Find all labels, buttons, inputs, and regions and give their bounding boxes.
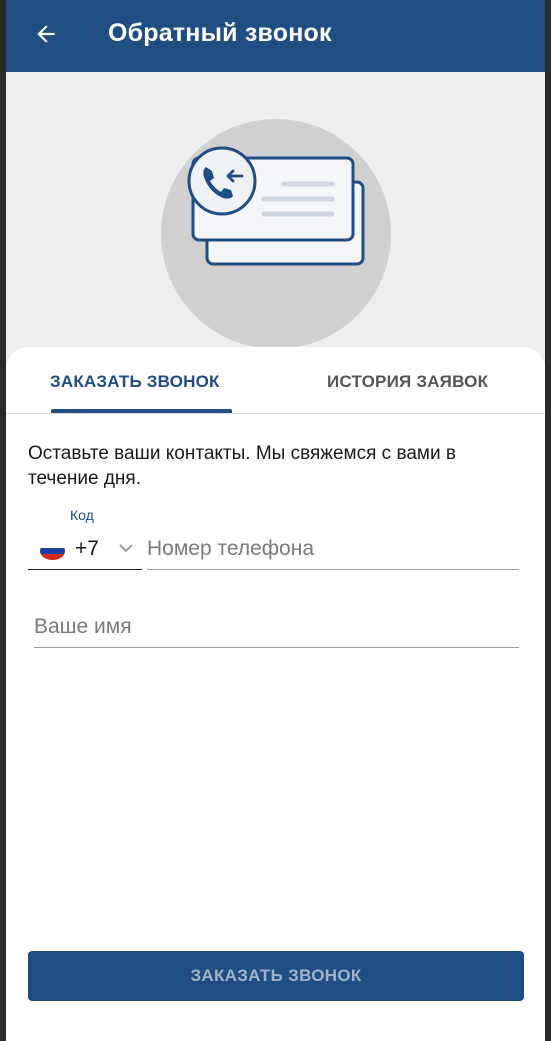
order-call-button[interactable]: ЗАКАЗАТЬ ЗВОНОК [28, 951, 524, 1001]
tab-indicator [51, 409, 232, 413]
phone-input[interactable]: Номер телефона [147, 529, 519, 570]
order-call-button-label: ЗАКАЗАТЬ ЗВОНОК [190, 966, 362, 985]
name-placeholder: Ваше имя [34, 615, 132, 638]
page-title: Обратный звонок [108, 19, 332, 47]
intro-text: Оставьте ваши контакты. Мы свяжемся с ва… [28, 443, 456, 489]
back-button[interactable] [28, 16, 64, 52]
app-bar: Обратный звонок [6, 0, 545, 72]
content-card: ЗАКАЗАТЬ ЗВОНОК ИСТОРИЯ ЗАЯВОК Оставьте … [6, 347, 545, 1041]
tab-bar: ЗАКАЗАТЬ ЗВОНОК ИСТОРИЯ ЗАЯВОК [6, 347, 545, 414]
country-code-value: +7 [75, 537, 99, 560]
hero-banner [6, 72, 545, 372]
phone-placeholder: Номер телефона [147, 537, 315, 560]
screen: Обратный звонок ЗАКАЗАТЬ ЗВОНОК ИСТОРИЯ … [6, 0, 545, 1041]
tab-request-history[interactable]: ИСТОРИЯ ЗАЯВОК [327, 372, 488, 392]
country-code-label: Код [70, 507, 94, 523]
russia-flag-icon [40, 542, 65, 560]
tab-order-call[interactable]: ЗАКАЗАТЬ ЗВОНОК [50, 372, 220, 392]
callback-card-icon [187, 146, 365, 266]
arrow-left-icon [37, 25, 55, 43]
chevron-down-icon [119, 544, 133, 553]
name-input[interactable]: Ваше имя [34, 607, 519, 648]
country-code-select[interactable]: +7 [28, 529, 142, 570]
